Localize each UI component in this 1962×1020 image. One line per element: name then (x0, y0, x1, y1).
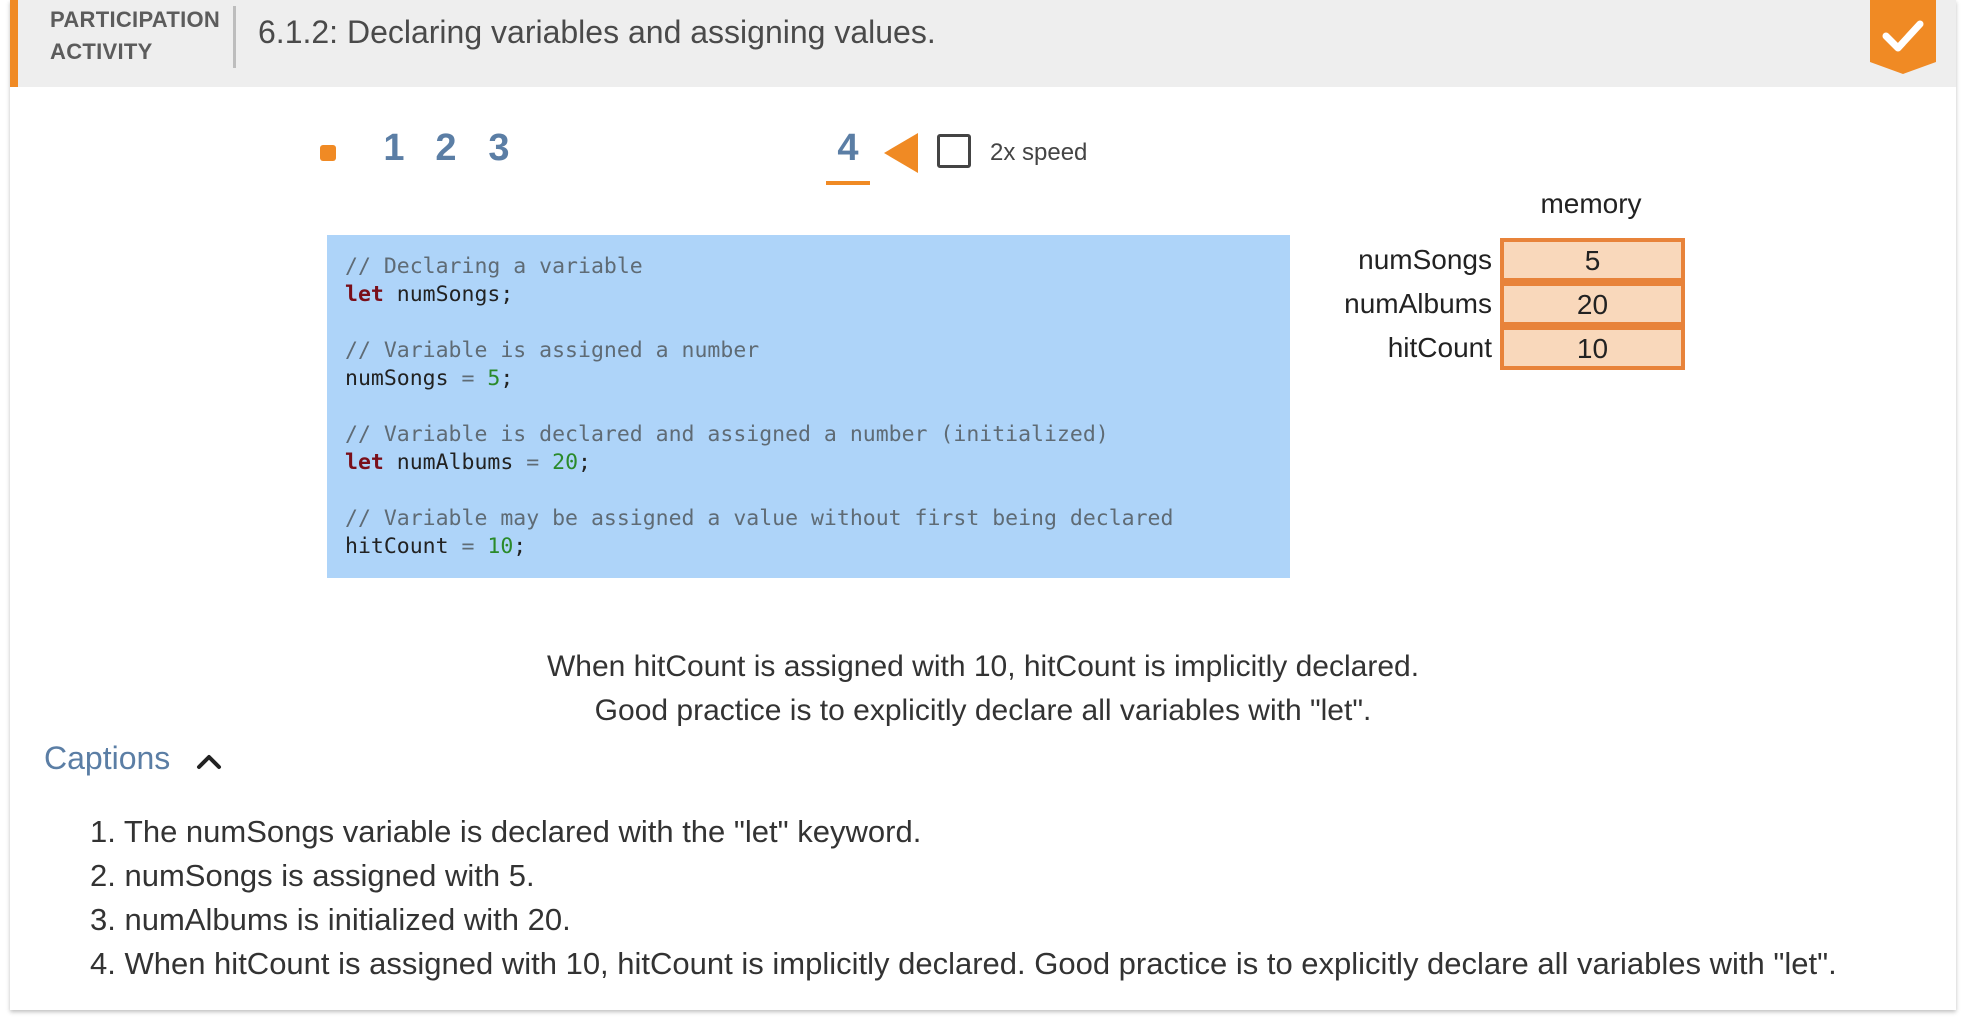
start-button[interactable] (320, 145, 336, 161)
step-button-1[interactable]: 1 (374, 127, 414, 170)
speed-checkbox[interactable] (937, 134, 971, 168)
captions-list: 1. The numSongs variable is declared wit… (90, 810, 1837, 986)
memory-row: numAlbums 20 (1310, 282, 1690, 326)
caption-item: 2. numSongs is assigned with 5. (90, 858, 535, 893)
participation-label-line1: PARTICIPATION (50, 7, 221, 32)
code-comment-1: // Declaring a variable (345, 254, 643, 279)
code-number: 5 (487, 366, 501, 391)
memory-variable-name: numSongs (1358, 244, 1492, 275)
header-divider (233, 6, 236, 68)
activity-header: PARTICIPATION ACTIVITY 6.1.2: Declaring … (10, 0, 1956, 87)
memory-title: memory (1540, 188, 1642, 219)
activity-title: 6.1.2: Declaring variables and assigning… (258, 14, 936, 50)
code-operator: = (461, 534, 475, 559)
code-comment-2: // Variable is assigned a number (345, 338, 760, 363)
code-keyword: let (345, 450, 384, 475)
code-comment-3: // Variable is declared and assigned a n… (345, 422, 1109, 447)
memory-row: numSongs 5 (1310, 238, 1690, 282)
play-back-icon[interactable] (884, 133, 920, 173)
code-text: numAlbums (383, 450, 527, 475)
code-semicolon: ; (578, 450, 591, 475)
checkmark-icon (1870, 0, 1936, 74)
code-line-4: hitCount = 10; (345, 533, 1272, 561)
memory-cell: 5 (1500, 238, 1685, 282)
code-number: 10 (487, 534, 514, 559)
memory-cell: 20 (1500, 282, 1685, 326)
code-comment-4: // Variable may be assigned a value with… (345, 506, 1174, 531)
participation-activity-label: PARTICIPATION ACTIVITY (50, 4, 230, 68)
code-line-3: let numAlbums = 20; (345, 449, 1272, 477)
speed-label: 2x speed (990, 139, 1088, 166)
caption-item: 3. numAlbums is initialized with 20. (90, 902, 571, 937)
code-operator: = (526, 450, 540, 475)
caption-item: 4. When hitCount is assigned with 10, hi… (90, 946, 1837, 981)
code-line-1: let numSongs; (345, 281, 1272, 309)
step-button-3[interactable]: 3 (479, 127, 519, 170)
code-semicolon: ; (513, 534, 527, 559)
participation-activity-card: PARTICIPATION ACTIVITY 6.1.2: Declaring … (10, 0, 1956, 1010)
code-text: numSongs (345, 366, 462, 391)
code-keyword: let (345, 282, 384, 307)
code-semicolon: ; (500, 366, 514, 391)
code-number: 20 (552, 450, 579, 475)
code-operator: = (461, 366, 475, 391)
memory-row: hitCount 10 (1310, 326, 1690, 370)
code-text: hitCount (345, 534, 462, 559)
code-panel: // Declaring a variable let numSongs; //… (327, 235, 1290, 578)
captions-toggle[interactable]: Captions (44, 740, 170, 777)
participation-label-line2: ACTIVITY (50, 39, 153, 64)
step-button-2[interactable]: 2 (426, 127, 466, 170)
chevron-up-icon[interactable] (196, 752, 222, 770)
memory-variable-name: hitCount (1387, 332, 1492, 363)
memory-variable-name: numAlbums (1344, 288, 1492, 319)
current-caption-line2: Good practice is to explicitly declare a… (594, 694, 1372, 727)
current-step-caption: When hitCount is assigned with 10, hitCo… (10, 645, 1956, 733)
code-text: numSongs; (383, 282, 514, 307)
step-button-4[interactable]: 4 (828, 127, 868, 170)
current-caption-line1: When hitCount is assigned with 10, hitCo… (546, 650, 1420, 683)
active-step-indicator (826, 181, 870, 185)
caption-item: 1. The numSongs variable is declared wit… (90, 814, 922, 849)
memory-cell: 10 (1500, 326, 1685, 370)
code-line-2: numSongs = 5; (345, 365, 1272, 393)
